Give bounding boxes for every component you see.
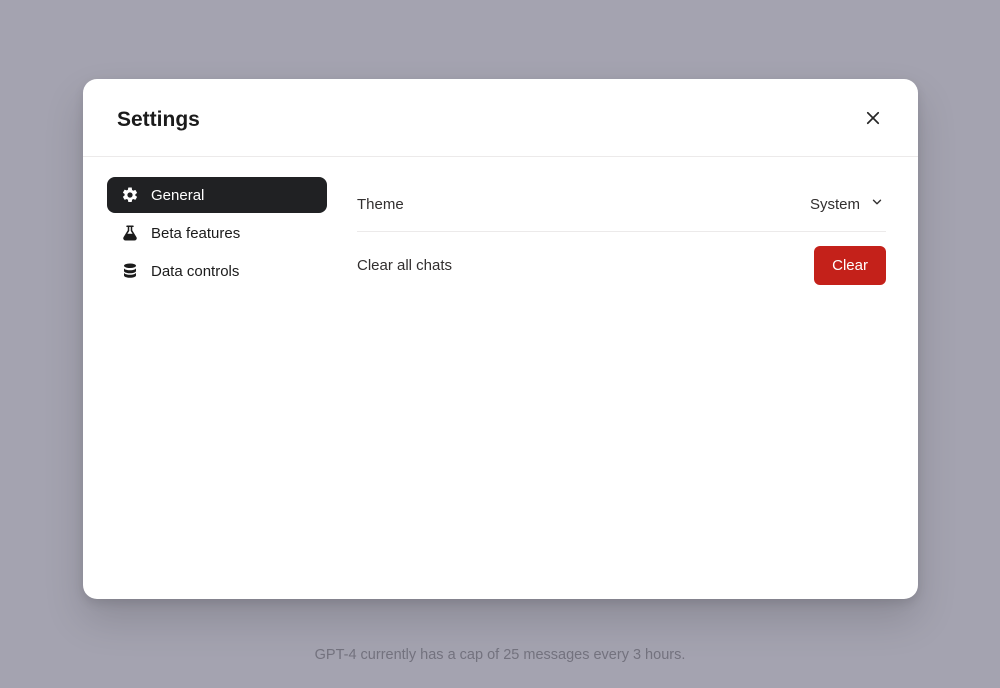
clear-button[interactable]: Clear (814, 246, 886, 285)
gear-icon (121, 186, 139, 204)
theme-label: Theme (357, 196, 404, 213)
settings-modal: Settings General (83, 79, 918, 599)
database-icon (121, 262, 139, 280)
clear-chats-row: Clear all chats Clear (357, 232, 886, 299)
chevron-down-icon (870, 195, 884, 213)
flask-icon (121, 224, 139, 242)
theme-row: Theme System (357, 177, 886, 232)
sidebar-item-label: Beta features (151, 225, 240, 242)
theme-value: System (810, 196, 860, 213)
sidebar-item-general[interactable]: General (107, 177, 327, 213)
sidebar-item-data-controls[interactable]: Data controls (107, 253, 327, 289)
clear-chats-label: Clear all chats (357, 257, 452, 274)
sidebar-item-label: General (151, 187, 204, 204)
modal-header: Settings (83, 79, 918, 157)
sidebar-item-label: Data controls (151, 263, 239, 280)
modal-body: General Beta features (83, 157, 918, 599)
close-button[interactable] (860, 105, 886, 134)
sidebar-item-beta-features[interactable]: Beta features (107, 215, 327, 251)
modal-title: Settings (117, 108, 200, 132)
settings-content: Theme System Clear all chats Clear (357, 177, 886, 575)
footer-note: GPT-4 currently has a cap of 25 messages… (0, 647, 1000, 663)
settings-sidebar: General Beta features (107, 177, 327, 575)
theme-select[interactable]: System (808, 191, 886, 217)
close-icon (864, 109, 882, 130)
